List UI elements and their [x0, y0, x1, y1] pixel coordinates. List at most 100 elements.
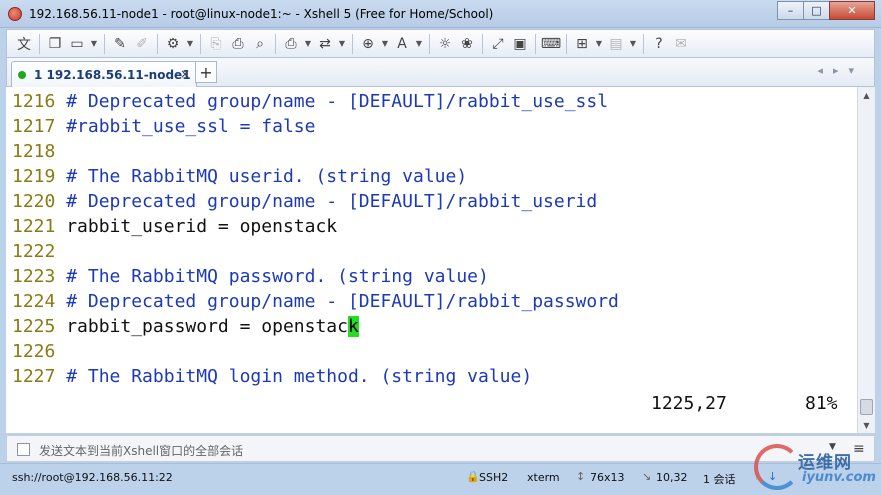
tab-nav-arrows[interactable]: ◂▸▾ — [817, 64, 864, 77]
terminal-line: 1216 # Deprecated group/name - [DEFAULT]… — [12, 89, 608, 114]
scrollbar-thumb[interactable] — [860, 399, 873, 415]
add-window-icon[interactable]: ⊞ — [571, 33, 593, 55]
line-number: 1223 — [12, 266, 56, 287]
window-controls: – □ ✕ — [777, 1, 875, 20]
brush-icon[interactable]: ✎ — [109, 33, 131, 55]
size-icon: ↕ — [576, 470, 586, 483]
line-number: 1225 — [12, 316, 56, 337]
new-tab-button[interactable]: + — [195, 61, 217, 83]
chevron-down-icon[interactable]: ▼ — [593, 33, 605, 55]
lock-icon: 🔒 — [466, 470, 480, 483]
line-text: # The RabbitMQ userid. (string value) — [66, 166, 468, 187]
toolbar-separator — [275, 33, 276, 54]
terminal-line: 1220 # Deprecated group/name - [DEFAULT]… — [12, 189, 597, 214]
line-text: # The RabbitMQ password. (string value) — [66, 266, 489, 287]
toolbar-separator — [429, 33, 430, 54]
terminal-line: 1218 — [12, 139, 66, 164]
connected-status-icon — [18, 71, 26, 79]
keyboard-icon[interactable]: ⌨ — [540, 33, 562, 55]
scroll-down-arrow-icon[interactable]: ▼ — [858, 417, 875, 433]
line-text: # The RabbitMQ login method. (string val… — [66, 366, 533, 387]
maximize-button[interactable]: □ — [803, 1, 830, 20]
tab-close-icon[interactable]: × — [180, 67, 190, 81]
main-toolbar: 文 ❐ ▭ ▼ ✎ ✐ ⚙ ▼ ⎘ ⎙ ⌕ ⎙ ▼ ⇄ ▼ ⊕ ▼ A ▼ ☼ … — [6, 29, 875, 58]
xftp-icon[interactable]: ☼ — [434, 33, 456, 55]
line-number: 1219 — [12, 166, 56, 187]
language-icon[interactable]: 文 — [13, 33, 35, 55]
line-number: 1224 — [12, 291, 56, 312]
line-text: rabbit_userid = openstack — [66, 216, 338, 237]
lock-icon[interactable]: ▣ — [509, 33, 531, 55]
compose-checkbox[interactable] — [17, 443, 30, 456]
chevron-down-icon[interactable]: ▼ — [413, 33, 425, 55]
line-number: 1226 — [12, 341, 56, 362]
terminal-pane[interactable]: 1216 # Deprecated group/name - [DEFAULT]… — [6, 87, 857, 433]
toolbar-separator — [535, 33, 536, 54]
terminal-line: 1224 # Deprecated group/name - [DEFAULT]… — [12, 289, 619, 314]
cursor-icon: ↘ — [642, 470, 652, 483]
globe-icon[interactable]: ⊕ — [357, 33, 379, 55]
layout-icon[interactable]: ▤ — [605, 33, 627, 55]
terminal-line: 1219 # The RabbitMQ userid. (string valu… — [12, 164, 467, 189]
watermark-url: iyunv.com — [802, 470, 876, 485]
terminal-line: 1226 — [12, 339, 66, 364]
chevron-down-icon[interactable]: ▼ — [336, 33, 348, 55]
properties-icon[interactable]: ⚙ — [162, 33, 184, 55]
new-session-icon[interactable]: ❐ — [44, 33, 66, 55]
terminal-line: 1227 # The RabbitMQ login method. (strin… — [12, 364, 532, 389]
compose-bar[interactable]: 发送文本到当前Xshell窗口的全部会话 ▼ ≡ — [6, 435, 875, 462]
line-text: rabbit_password = openstac — [66, 316, 348, 337]
copy-icon[interactable]: ⎘ — [205, 33, 227, 55]
xshell-app-icon[interactable] — [8, 7, 22, 21]
line-text: #rabbit_use_ssl = false — [66, 116, 316, 137]
font-icon[interactable]: A — [391, 33, 413, 55]
toolbar-separator — [157, 33, 158, 54]
toolbar-separator — [566, 33, 567, 54]
toolbar-separator — [39, 33, 40, 54]
find-icon[interactable]: ⌕ — [249, 33, 271, 55]
chat-icon[interactable]: ✉ — [670, 33, 692, 55]
transfer-icon[interactable]: ⇄ — [314, 33, 336, 55]
help-icon[interactable]: ? — [648, 33, 670, 55]
terminal-line: 1225 rabbit_password = openstack — [12, 314, 359, 339]
open-folder-icon[interactable]: ▭ — [66, 33, 88, 55]
status-bar: ssh://root@192.168.56.11:22 🔒 SSH2 xterm… — [0, 463, 881, 495]
toolbar-separator — [352, 33, 353, 54]
session-tab-bar: 1 192.168.56.11-node1 × + ◂▸▾ — [6, 58, 875, 87]
line-number: 1218 — [12, 141, 56, 162]
title-bar: 192.168.56.11-node1 - root@linux-node1:~… — [0, 0, 881, 28]
print-icon[interactable]: ⎙ — [280, 33, 302, 55]
toolbar-separator — [104, 33, 105, 54]
line-number: 1221 — [12, 216, 56, 237]
xmanager-icon[interactable]: ❀ — [456, 33, 478, 55]
terminal-line: 1222 — [12, 239, 66, 264]
line-number: 1222 — [12, 241, 56, 262]
cursor-position: 1225,27 — [651, 393, 727, 414]
fullscreen-icon[interactable]: ⤢ — [487, 33, 509, 55]
tab-session-1[interactable]: 1 192.168.56.11-node1 × — [11, 61, 197, 87]
minimize-button[interactable]: – — [777, 1, 804, 20]
toolbar-separator — [482, 33, 483, 54]
close-button[interactable]: ✕ — [829, 1, 875, 20]
compose-input[interactable]: 发送文本到当前Xshell窗口的全部会话 — [39, 442, 243, 459]
toolbar-separator — [643, 33, 644, 54]
chevron-down-icon[interactable]: ▼ — [302, 33, 314, 55]
pen-icon[interactable]: ✐ — [131, 33, 153, 55]
chevron-down-icon[interactable]: ▼ — [627, 33, 639, 55]
line-number: 1216 — [12, 91, 56, 112]
chevron-down-icon[interactable]: ▼ — [379, 33, 391, 55]
session-count-label: 1 会话 — [703, 473, 736, 486]
terminal-type-label: xterm — [527, 471, 560, 484]
vertical-scrollbar[interactable]: ▲ ▼ — [857, 87, 875, 433]
chevron-down-icon[interactable]: ▼ — [184, 33, 196, 55]
line-number: 1217 — [12, 116, 56, 137]
terminal-size-label: 76x13 — [590, 471, 625, 484]
cursor-coordinates-label: 10,32 — [656, 471, 688, 484]
line-number: 1220 — [12, 191, 56, 212]
paste-icon[interactable]: ⎙ — [227, 33, 249, 55]
tab-label: 1 192.168.56.11-node1 — [34, 68, 191, 82]
text-cursor: k — [347, 316, 359, 337]
chevron-down-icon[interactable]: ▼ — [88, 33, 100, 55]
line-number: 1227 — [12, 366, 56, 387]
scroll-up-arrow-icon[interactable]: ▲ — [858, 87, 875, 103]
